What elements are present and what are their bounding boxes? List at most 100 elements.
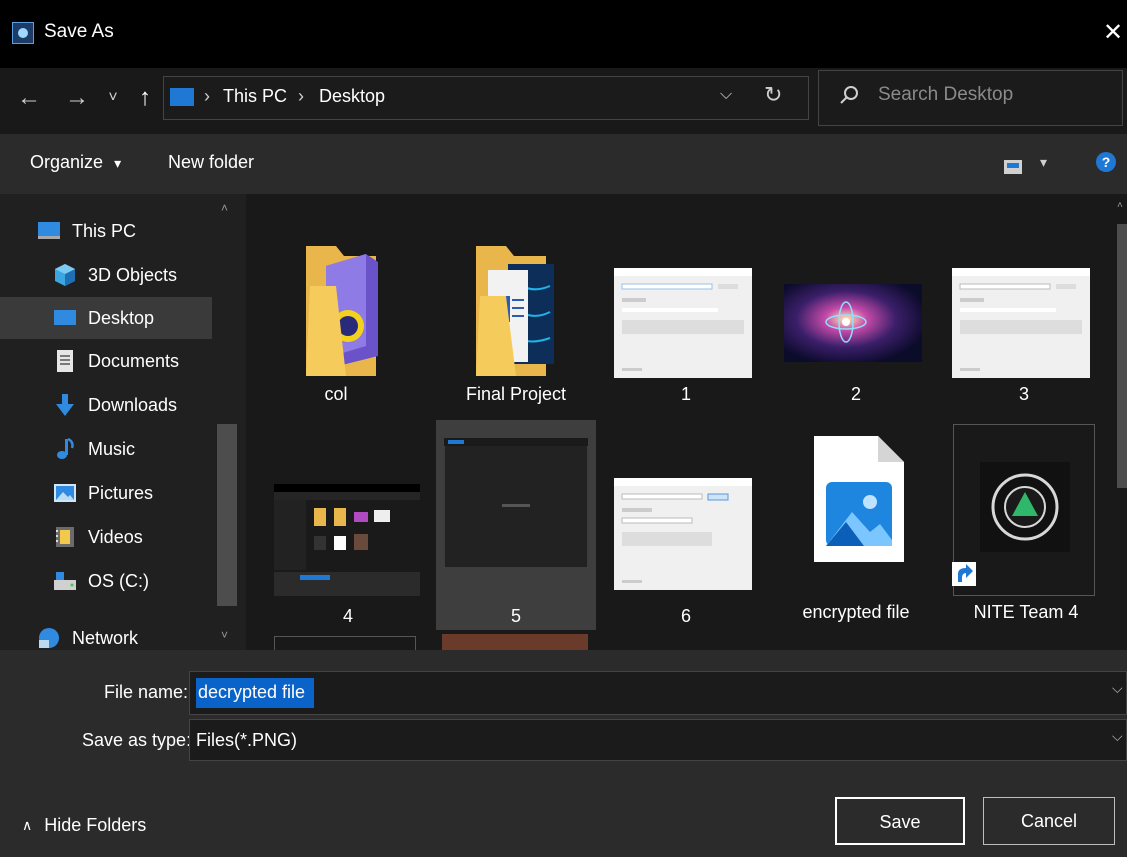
scroll-up-icon[interactable]: ˄ — [1117, 200, 1123, 211]
organize-label: Organize — [30, 152, 104, 172]
search-icon — [838, 84, 860, 106]
scroll-down-icon[interactable]: ˅ — [221, 628, 228, 642]
image-thumbnail — [952, 268, 1090, 378]
file-name: 5 — [510, 606, 521, 626]
window-title: Save As — [44, 21, 114, 42]
file-item-6[interactable]: 6 — [606, 420, 766, 630]
file-item-4[interactable]: 4 — [268, 420, 428, 630]
hide-folders-button[interactable]: ∧ Hide Folders — [22, 815, 146, 836]
help-icon[interactable]: ? — [1096, 152, 1116, 172]
image-thumbnail — [784, 284, 922, 362]
title-bar — [0, 0, 1127, 68]
save-as-type-select[interactable] — [189, 719, 1127, 761]
recent-locations-button[interactable]: ˅ — [104, 80, 122, 116]
cancel-button[interactable]: Cancel — [983, 797, 1115, 845]
file-name-input[interactable] — [198, 676, 1078, 708]
chevron-down-icon: ▾ — [114, 155, 122, 171]
sidebar-item-os-c[interactable]: OS (C:) — [52, 563, 212, 599]
close-button[interactable]: ✕ — [1098, 16, 1127, 50]
sidebar-item-pictures[interactable]: Pictures — [52, 475, 212, 511]
file-item-5[interactable]: 5 — [436, 420, 596, 630]
view-options-icon[interactable] — [1004, 160, 1022, 174]
sidebar-item-this-pc[interactable]: This PC — [36, 213, 216, 249]
music-icon — [57, 437, 74, 459]
chevron-down-icon[interactable]: ▾ — [1040, 154, 1047, 171]
chevron-up-icon: ∧ — [22, 817, 33, 833]
network-icon — [39, 628, 59, 648]
file-name: NITE Team 4 — [973, 602, 1079, 622]
picture-icon — [54, 484, 76, 502]
refresh-button[interactable]: ↻ — [764, 82, 786, 110]
scroll-up-icon[interactable]: ˄ — [221, 201, 228, 215]
file-item-2[interactable]: 2 — [776, 208, 936, 418]
navigation-scrollbar[interactable] — [217, 424, 237, 606]
file-name: 6 — [680, 606, 691, 626]
sidebar-item-label: 3D Objects — [88, 264, 178, 285]
download-icon — [56, 394, 74, 416]
search-input[interactable] — [878, 84, 1108, 106]
cube-icon — [55, 264, 75, 286]
sidebar-item-documents[interactable]: Documents — [52, 343, 212, 379]
hide-folders-label: Hide Folders — [44, 815, 147, 835]
breadcrumb-desktop[interactable]: Desktop — [319, 86, 385, 107]
file-name: col — [324, 384, 348, 404]
file-list: col Final Project 1 2 3 4 5 6 encrypted … — [246, 194, 1127, 650]
save-as-type-value: Files(*.PNG) — [196, 730, 298, 750]
image-thumbnail — [274, 484, 420, 596]
file-name: Final Project — [465, 384, 567, 404]
breadcrumb-separator-icon[interactable]: › — [298, 86, 304, 107]
new-folder-button[interactable]: New folder — [168, 152, 254, 173]
file-list-scrollbar[interactable] — [1117, 224, 1127, 488]
sidebar-item-music[interactable]: Music — [52, 431, 212, 467]
sidebar-item-label: Pictures — [88, 482, 154, 503]
sidebar-item-desktop[interactable]: Desktop — [0, 297, 212, 339]
file-name: 4 — [342, 606, 353, 626]
up-button[interactable]: ↑ — [132, 80, 158, 116]
sidebar-item-label: OS (C:) — [88, 570, 149, 591]
pc-icon — [170, 88, 194, 106]
sidebar-item-label: Documents — [88, 350, 180, 371]
file-item-nite-team-4[interactable]: NITE Team 4 — [946, 420, 1106, 630]
file-item-3[interactable]: 3 — [944, 208, 1104, 418]
save-button[interactable]: Save — [835, 797, 965, 845]
sidebar-item-label: Music — [88, 438, 136, 459]
file-name: 3 — [1018, 384, 1029, 404]
image-thumbnail — [444, 438, 588, 568]
address-dropdown-icon[interactable]: ⌵ — [720, 86, 732, 104]
logo-icon — [980, 462, 1070, 552]
sidebar-item-3d-objects[interactable]: 3D Objects — [52, 257, 212, 293]
document-icon — [57, 350, 73, 372]
folder-icon — [476, 246, 554, 376]
sidebar-item-videos[interactable]: Videos — [52, 519, 212, 555]
file-name-label: File name: — [104, 682, 189, 702]
sidebar-item-label: Videos — [88, 526, 143, 547]
file-name: 2 — [850, 384, 861, 404]
breadcrumb-separator-icon[interactable]: › — [204, 86, 210, 107]
file-item-col[interactable]: col — [256, 208, 416, 418]
drive-icon — [54, 572, 76, 590]
image-file-icon — [814, 436, 904, 562]
image-thumbnail — [614, 268, 752, 378]
sidebar-item-label: Network — [72, 627, 139, 648]
folder-icon — [306, 246, 378, 376]
file-item-final-project[interactable]: Final Project — [436, 208, 596, 418]
desktop-icon — [54, 310, 76, 325]
pc-icon — [38, 222, 60, 239]
breadcrumb-this-pc[interactable]: This PC — [223, 86, 287, 107]
shortcut-arrow-icon — [952, 562, 976, 586]
chevron-down-icon[interactable]: ⌵ — [1112, 680, 1123, 697]
file-item-partial[interactable] — [442, 634, 588, 650]
app-icon — [12, 22, 34, 44]
file-item-1[interactable]: 1 — [606, 208, 766, 418]
back-button[interactable]: ← — [14, 80, 44, 116]
file-name: encrypted file — [802, 602, 910, 622]
forward-button[interactable]: → — [62, 80, 92, 116]
chevron-down-icon[interactable]: ⌵ — [1112, 728, 1123, 745]
image-thumbnail — [614, 478, 752, 590]
file-name: 1 — [680, 384, 691, 404]
file-item-partial[interactable] — [274, 636, 416, 650]
sidebar-item-label: This PC — [72, 220, 137, 241]
file-item-encrypted-file[interactable]: encrypted file — [776, 420, 936, 630]
sidebar-item-downloads[interactable]: Downloads — [52, 387, 212, 423]
organize-button[interactable]: Organize ▾ — [30, 152, 121, 173]
